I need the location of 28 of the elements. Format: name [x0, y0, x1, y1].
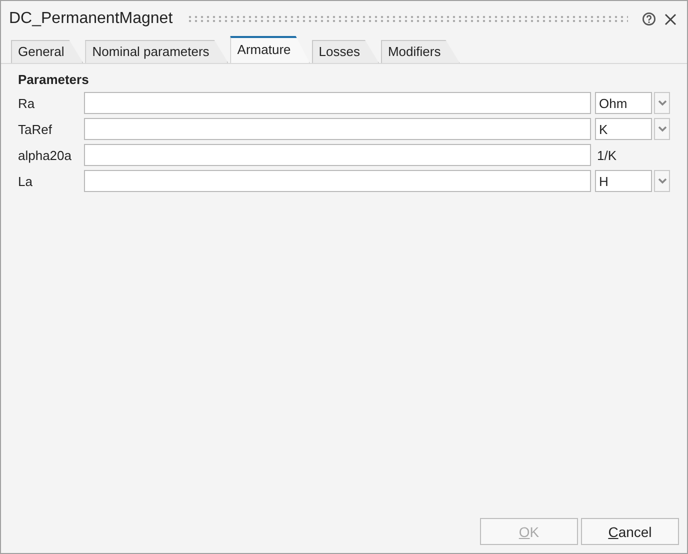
tab[interactable]: General — [11, 40, 84, 63]
section-title: Parameters — [18, 72, 90, 87]
tab[interactable]: Modifiers — [380, 40, 460, 63]
input-field[interactable] — [84, 170, 591, 192]
input-field[interactable] — [84, 118, 591, 140]
dropdown-button[interactable] — [654, 92, 670, 114]
tab[interactable]: Losses — [312, 40, 379, 63]
tab[interactable]: Nominal parameters — [85, 40, 228, 63]
parameter-label: TaRef — [18, 122, 53, 136]
unit-dropdown[interactable]: H — [595, 170, 652, 192]
chevron-down-icon — [658, 178, 666, 184]
dialog-button[interactable]: Cancel — [581, 518, 679, 545]
chevron-down-icon — [658, 126, 666, 132]
tab[interactable]: Armature — [230, 36, 310, 63]
unit-dropdown[interactable]: Ohm — [595, 92, 652, 114]
unit-label: 1/K — [596, 148, 617, 162]
parameter-label: alpha20a — [18, 148, 72, 162]
close-icon[interactable] — [664, 12, 677, 26]
window-title: DC_PermanentMagnet — [9, 10, 173, 28]
input-field[interactable] — [84, 92, 591, 114]
dropdown-button[interactable] — [654, 118, 670, 140]
unit-dropdown[interactable]: K — [595, 118, 652, 140]
help-icon[interactable] — [642, 12, 656, 26]
dropdown-button[interactable] — [654, 170, 670, 192]
chevron-down-icon — [658, 100, 666, 106]
parameter-label: La — [18, 174, 34, 188]
input-field[interactable] — [84, 144, 591, 166]
parameter-label: Ra — [18, 96, 36, 110]
